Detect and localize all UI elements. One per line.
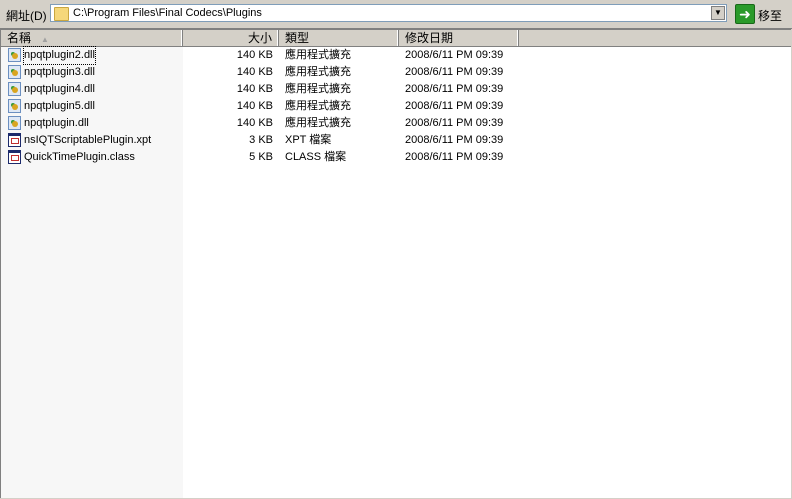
file-type: 應用程式擴充 (285, 83, 351, 95)
file-row[interactable]: npqtplugin4.dll 140 KB 應用程式擴充 2008/6/11 … (1, 81, 521, 98)
file-modified: 2008/6/11 PM 09:39 (405, 117, 504, 129)
file-type: 應用程式擴充 (285, 66, 351, 78)
file-name[interactable]: npqtplugin5.dll (24, 98, 95, 115)
column-header: 名稱 ▲ 大小 類型 修改日期 (1, 30, 791, 47)
file-type: 應用程式擴充 (285, 100, 351, 112)
dll-file-icon (8, 116, 21, 130)
file-size: 5 KB (249, 151, 273, 163)
address-label: 網址(D) (6, 9, 47, 23)
file-row[interactable]: npqtplugin2.dll 140 KB 應用程式擴充 2008/6/11 … (1, 46, 521, 65)
file-row[interactable]: npqtplugin3.dll 140 KB 應用程式擴充 2008/6/11 … (1, 64, 521, 81)
column-header-type[interactable]: 類型 (279, 30, 399, 46)
file-name[interactable]: npqtplugin4.dll (24, 81, 95, 98)
folder-icon (54, 7, 69, 21)
file-name[interactable]: QuickTimePlugin.class (24, 149, 135, 166)
file-type: CLASS 檔案 (285, 151, 347, 163)
file-modified: 2008/6/11 PM 09:39 (405, 100, 504, 112)
file-row[interactable]: QuickTimePlugin.class 5 KB CLASS 檔案 2008… (1, 149, 521, 166)
file-size: 140 KB (236, 117, 273, 129)
sort-ascending-icon: ▲ (41, 35, 49, 44)
file-type: XPT 檔案 (285, 134, 332, 146)
file-size: 140 KB (236, 100, 273, 112)
dll-file-icon (8, 82, 21, 96)
file-size: 140 KB (236, 49, 273, 61)
address-dropdown-button[interactable]: ▼ (711, 6, 725, 20)
file-name[interactable]: npqtplugin3.dll (24, 64, 95, 81)
dll-file-icon (8, 65, 21, 79)
file-row[interactable]: npqtplugin5.dll 140 KB 應用程式擴充 2008/6/11 … (1, 98, 521, 115)
file-size: 140 KB (236, 83, 273, 95)
file-size: 3 KB (249, 134, 273, 146)
column-header-size[interactable]: 大小 (183, 30, 279, 46)
generic-file-icon (8, 150, 21, 164)
dll-file-icon (8, 48, 21, 62)
file-type: 應用程式擴充 (285, 117, 351, 129)
file-name[interactable]: nsIQTScriptablePlugin.xpt (24, 132, 151, 149)
address-path[interactable]: C:\Program Files\Final Codecs\Plugins (73, 7, 262, 19)
column-header-name[interactable]: 名稱 ▲ (1, 30, 183, 46)
address-input[interactable]: C:\Program Files\Final Codecs\Plugins ▼ (50, 4, 727, 22)
file-size: 140 KB (236, 66, 273, 78)
file-modified: 2008/6/11 PM 09:39 (405, 134, 504, 146)
file-modified: 2008/6/11 PM 09:39 (405, 66, 504, 78)
column-header-modified[interactable]: 修改日期 (399, 30, 519, 46)
go-button[interactable]: 移至 (758, 7, 782, 24)
file-name[interactable]: npqtplugin2.dll (23, 46, 96, 65)
column-name-label: 名稱 (7, 31, 32, 45)
file-modified: 2008/6/11 PM 09:39 (405, 151, 504, 163)
file-row[interactable]: npqtplugin.dll 140 KB 應用程式擴充 2008/6/11 P… (1, 115, 521, 132)
file-type: 應用程式擴充 (285, 49, 351, 61)
address-toolbar: 網址(D) C:\Program Files\Final Codecs\Plug… (0, 0, 792, 29)
file-name[interactable]: npqtplugin.dll (24, 115, 89, 132)
dll-file-icon (8, 99, 21, 113)
generic-file-icon (8, 133, 21, 147)
file-row[interactable]: nsIQTScriptablePlugin.xpt 3 KB XPT 檔案 20… (1, 132, 521, 149)
file-modified: 2008/6/11 PM 09:39 (405, 83, 504, 95)
file-modified: 2008/6/11 PM 09:39 (405, 49, 504, 61)
file-list[interactable]: 名稱 ▲ 大小 類型 修改日期 npqtplugin2.dll 140 KB 應用… (0, 29, 791, 498)
go-arrow-icon[interactable]: ➜ (735, 4, 755, 24)
